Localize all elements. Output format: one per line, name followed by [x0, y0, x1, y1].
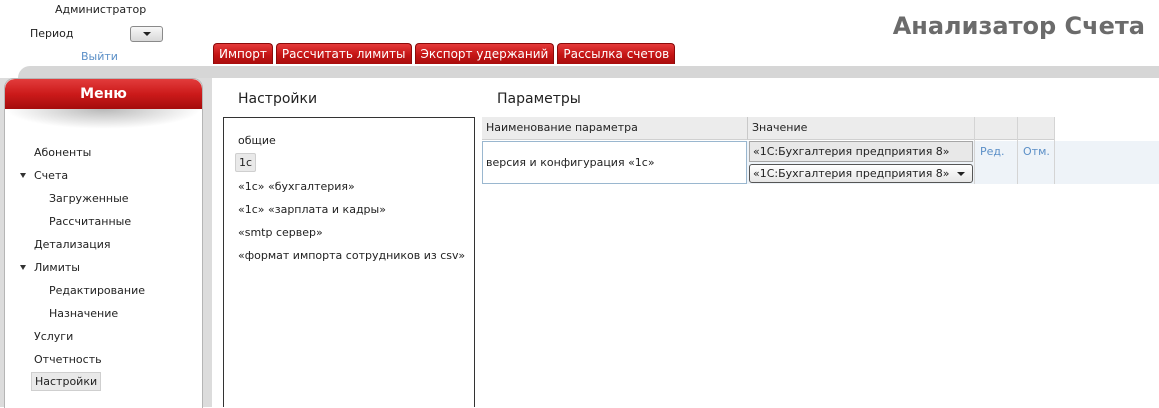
- period-select[interactable]: [130, 26, 163, 42]
- menu-item-reports[interactable]: Отчетность: [34, 353, 102, 366]
- tab-calculate-limits[interactable]: Рассчитать лимиты: [275, 43, 412, 64]
- settings-list: общие 1с «1с» «бухгалтерия» «1с» «зарпла…: [223, 117, 475, 407]
- period-label: Период: [30, 27, 74, 40]
- menu-item-details[interactable]: Детализация: [34, 238, 111, 251]
- menu-item-editing[interactable]: Редактирование: [49, 284, 145, 297]
- menu-item-bills[interactable]: Счета: [34, 169, 68, 182]
- edit-button[interactable]: Ред.: [980, 145, 1005, 158]
- menu-title: Меню: [5, 79, 202, 109]
- app-title: Анализатор Счета: [892, 12, 1145, 40]
- menu-item-assignment[interactable]: Назначение: [49, 307, 118, 320]
- settings-item-1c-payroll[interactable]: «1с» «зарплата и кадры»: [238, 203, 386, 216]
- settings-item-general[interactable]: общие: [238, 134, 276, 147]
- expand-icon[interactable]: [20, 173, 26, 178]
- chevron-down-icon: [142, 32, 151, 36]
- param-name-cell: версия и конфигурация «1с»: [482, 141, 747, 184]
- parameters-heading: Параметры: [497, 91, 581, 107]
- column-divider: [974, 117, 975, 184]
- menu-item-loaded[interactable]: Загруженные: [49, 192, 129, 205]
- menu-item-limits[interactable]: Лимиты: [34, 261, 80, 274]
- settings-heading: Настройки: [238, 91, 318, 107]
- menu-item-services[interactable]: Услуги: [34, 330, 73, 343]
- menu-item-settings[interactable]: Настройки: [31, 372, 102, 391]
- menu-header-shadow: [5, 109, 202, 129]
- menu-item-calculated[interactable]: Рассчитанные: [49, 215, 131, 228]
- param-value-select[interactable]: «1С:Бухгалтерия предприятия 8»: [749, 164, 973, 183]
- logout-link[interactable]: Выйти: [81, 50, 118, 63]
- param-value-selected: «1С:Бухгалтерия предприятия 8»: [753, 167, 950, 180]
- tab-send-bills[interactable]: Рассылка счетов: [557, 43, 676, 64]
- column-header-name[interactable]: Наименование параметра: [482, 117, 748, 140]
- column-header-edit: [975, 117, 1018, 140]
- menu-item-subscribers[interactable]: Абоненты: [34, 146, 91, 159]
- column-header-value[interactable]: Значение: [748, 117, 975, 140]
- column-divider: [1054, 117, 1055, 184]
- tab-export-deductions[interactable]: Экспорт удержаний: [414, 43, 555, 64]
- cancel-button[interactable]: Отм.: [1023, 145, 1050, 158]
- settings-item-1c[interactable]: 1с: [235, 153, 257, 172]
- user-name: Администратор: [55, 3, 147, 16]
- settings-item-1c-accounting[interactable]: «1с» «бухгалтерия»: [238, 180, 355, 193]
- menu-panel: Меню Абоненты Счета Загруженные Рассчита…: [4, 78, 203, 408]
- param-value-current: «1С:Бухгалтерия предприятия 8»: [749, 141, 973, 162]
- settings-item-smtp[interactable]: «smtp сервер»: [238, 226, 323, 239]
- toolbar-tabs: Импорт Рассчитать лимиты Экспорт удержан…: [213, 43, 676, 64]
- expand-icon[interactable]: [20, 265, 26, 270]
- chevron-down-icon: [957, 171, 965, 176]
- column-header-cancel: [1018, 117, 1055, 140]
- settings-item-csv-import[interactable]: «формат импорта сотрудников из csv»: [238, 249, 465, 262]
- column-divider: [1017, 117, 1018, 184]
- tab-import[interactable]: Импорт: [213, 43, 273, 64]
- top-band: [18, 66, 1159, 78]
